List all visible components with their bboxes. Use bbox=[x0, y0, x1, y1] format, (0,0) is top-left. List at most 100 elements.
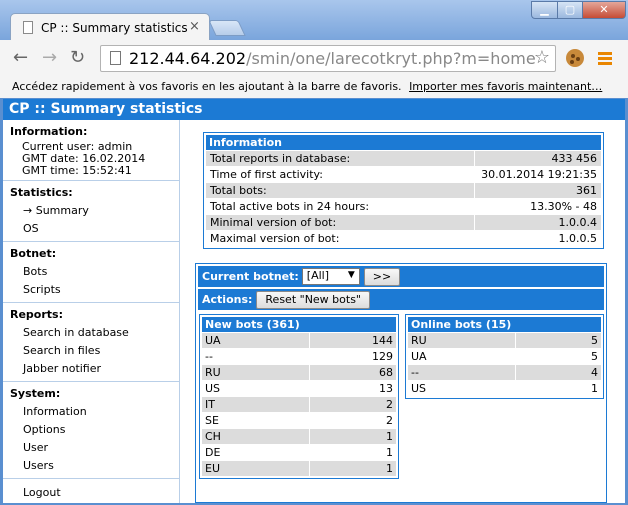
logout-link[interactable]: Logout bbox=[10, 484, 179, 502]
url-path: /smin/one/larecotkryt.php?m=home bbox=[246, 49, 536, 68]
info-row-label: Minimal version of bot: bbox=[206, 215, 475, 230]
current-botnet-label: Current botnet: bbox=[202, 270, 299, 283]
online-bots-row-label: RU bbox=[408, 333, 516, 348]
forward-arrow-icon[interactable]: → bbox=[42, 47, 57, 68]
new-bots-row: EU 1 bbox=[202, 460, 396, 476]
info-row: Minimal version of bot: 1.0.0.4 bbox=[206, 214, 601, 230]
sidebar-item-information[interactable]: Information bbox=[10, 403, 179, 421]
new-bots-row-value: 13 bbox=[379, 382, 393, 395]
bookmark-star-icon[interactable]: ☆ bbox=[534, 47, 550, 68]
tab-title: CP :: Summary statistics bbox=[41, 21, 188, 35]
address-bar[interactable]: 212.44.64.202/smin/one/larecotkryt.php?m… bbox=[100, 45, 556, 72]
new-bots-row-label: DE bbox=[202, 445, 310, 460]
sidebar-item-search-database[interactable]: Search in database bbox=[10, 324, 179, 342]
info-row-label: Total reports in database: bbox=[206, 151, 475, 166]
close-window-icon[interactable]: ✕ bbox=[582, 1, 626, 19]
botnet-panel: Current botnet: [All] >> Actions: Reset … bbox=[195, 263, 607, 503]
actions-label: Actions: bbox=[202, 293, 253, 306]
new-bots-row-value: 1 bbox=[386, 462, 393, 475]
new-bots-row-value: 144 bbox=[372, 334, 393, 347]
online-bots-row-value: 4 bbox=[591, 366, 598, 379]
minimize-icon[interactable]: ▁ bbox=[531, 1, 558, 19]
new-bots-row-value: 2 bbox=[386, 398, 393, 411]
info-row-label: Total bots: bbox=[206, 183, 475, 198]
online-bots-row: US 1 bbox=[408, 380, 601, 396]
new-bots-row: UA 144 bbox=[202, 332, 396, 348]
new-bots-heading: New bots (361) bbox=[202, 317, 396, 332]
reload-icon[interactable]: ↻ bbox=[70, 47, 85, 68]
new-bots-row: US 13 bbox=[202, 380, 396, 396]
page-icon bbox=[23, 21, 33, 34]
sidebar-heading: Reports: bbox=[10, 308, 63, 321]
page-title: CP :: Summary statistics bbox=[3, 99, 625, 120]
sidebar-heading: Botnet: bbox=[10, 247, 57, 260]
url-host: 212.44.64.202 bbox=[129, 49, 247, 68]
sidebar-item-jabber-notifier[interactable]: Jabber notifier bbox=[10, 360, 179, 378]
online-bots-heading: Online bots (15) bbox=[408, 317, 601, 332]
new-bots-row-value: 1 bbox=[386, 446, 393, 459]
sidebar-section-reports: Reports: Search in database Search in fi… bbox=[3, 303, 179, 382]
new-bots-row-label: EU bbox=[202, 461, 310, 476]
back-arrow-icon[interactable]: ← bbox=[13, 47, 28, 68]
sidebar-heading: Information: bbox=[10, 125, 88, 138]
botnet-select[interactable]: [All] bbox=[301, 268, 360, 285]
go-button[interactable]: >> bbox=[363, 267, 401, 286]
online-bots-row: RU 5 bbox=[408, 332, 601, 348]
new-bots-row-value: 68 bbox=[379, 366, 393, 379]
sidebar-item-os[interactable]: OS bbox=[10, 220, 179, 238]
info-row-label: Time of first activity: bbox=[206, 167, 475, 182]
info-row-label: Maximal version of bot: bbox=[206, 231, 475, 246]
new-bots-row: CH 1 bbox=[202, 428, 396, 444]
reset-new-bots-button[interactable]: Reset "New bots" bbox=[256, 290, 370, 309]
new-bots-row: SE 2 bbox=[202, 412, 396, 428]
sidebar-item-search-files[interactable]: Search in files bbox=[10, 342, 179, 360]
menu-icon[interactable] bbox=[598, 52, 612, 65]
sidebar-item-users[interactable]: Users bbox=[10, 457, 179, 475]
sidebar-item-options[interactable]: Options bbox=[10, 421, 179, 439]
sidebar-item-bots[interactable]: Bots bbox=[10, 263, 179, 281]
info-row-value: 1.0.0.4 bbox=[558, 216, 597, 229]
new-bots-row-label: IT bbox=[202, 397, 310, 412]
info-row: Total active bots in 24 hours: 13.30% - 4… bbox=[206, 198, 601, 214]
info-row-label: Total active bots in 24 hours: bbox=[206, 199, 475, 214]
sidebar-item-summary[interactable]: → Summary bbox=[10, 202, 179, 220]
new-bots-row: RU 68 bbox=[202, 364, 396, 380]
new-bots-row-value: 2 bbox=[386, 414, 393, 427]
info-row-value: 30.01.2014 19:21:35 bbox=[481, 168, 597, 181]
close-tab-icon[interactable]: × bbox=[189, 19, 200, 34]
actions-bar: Actions: Reset "New bots" bbox=[198, 289, 604, 310]
maximize-icon[interactable]: ▢ bbox=[557, 1, 583, 19]
online-bots-row-value: 5 bbox=[591, 334, 598, 347]
browser-toolbar: ← → ↻ 212.44.64.202/smin/one/larecotkryt… bbox=[0, 40, 628, 76]
online-bots-row: -- 4 bbox=[408, 364, 601, 380]
sidebar-section-statistics: Statistics: → Summary OS bbox=[3, 181, 179, 242]
sidebar-item-scripts[interactable]: Scripts bbox=[10, 281, 179, 299]
online-bots-row: UA 5 bbox=[408, 348, 601, 364]
online-bots-row-value: 5 bbox=[591, 350, 598, 363]
info-row: Total reports in database: 433 456 bbox=[206, 150, 601, 166]
sidebar-heading: System: bbox=[10, 387, 61, 400]
new-tab-button[interactable] bbox=[208, 20, 246, 36]
info-row: Total bots: 361 bbox=[206, 182, 601, 198]
sidebar-section-information: Information: Current user: admin GMT dat… bbox=[3, 120, 179, 181]
browser-tab[interactable]: CP :: Summary statistics × bbox=[10, 13, 210, 41]
info-row-value: 361 bbox=[576, 184, 597, 197]
window-titlebar: CP :: Summary statistics × ▁ ▢ ✕ bbox=[0, 0, 628, 41]
online-bots-table: Online bots (15) RU 5 UA 5 -- 4 US 1 bbox=[405, 314, 604, 399]
sidebar-heading: Statistics: bbox=[10, 186, 73, 199]
import-bookmarks-link[interactable]: Importer mes favoris maintenant… bbox=[409, 80, 602, 93]
new-bots-row-label: UA bbox=[202, 333, 310, 348]
information-table: Information Total reports in database: 43… bbox=[203, 132, 604, 249]
sidebar-section-botnet: Botnet: Bots Scripts bbox=[3, 242, 179, 303]
gmt-time: GMT time: 15:52:41 bbox=[22, 164, 132, 177]
sidebar-section-logout: Logout bbox=[3, 479, 179, 505]
sidebar-item-user[interactable]: User bbox=[10, 439, 179, 457]
cookie-extension-icon[interactable] bbox=[566, 49, 584, 67]
online-bots-row-label: US bbox=[408, 381, 516, 396]
sidebar-section-system: System: Information Options User Users bbox=[3, 382, 179, 479]
new-bots-row-label: SE bbox=[202, 413, 310, 428]
bookmarks-hint: Accédez rapidement à vos favoris en les … bbox=[12, 80, 402, 93]
new-bots-table: New bots (361) UA 144 -- 129 RU 68 US 13 IT 2 SE 2 C… bbox=[199, 314, 399, 479]
url-text: 212.44.64.202/smin/one/larecotkryt.php?m… bbox=[129, 49, 536, 68]
information-heading: Information bbox=[206, 135, 601, 150]
